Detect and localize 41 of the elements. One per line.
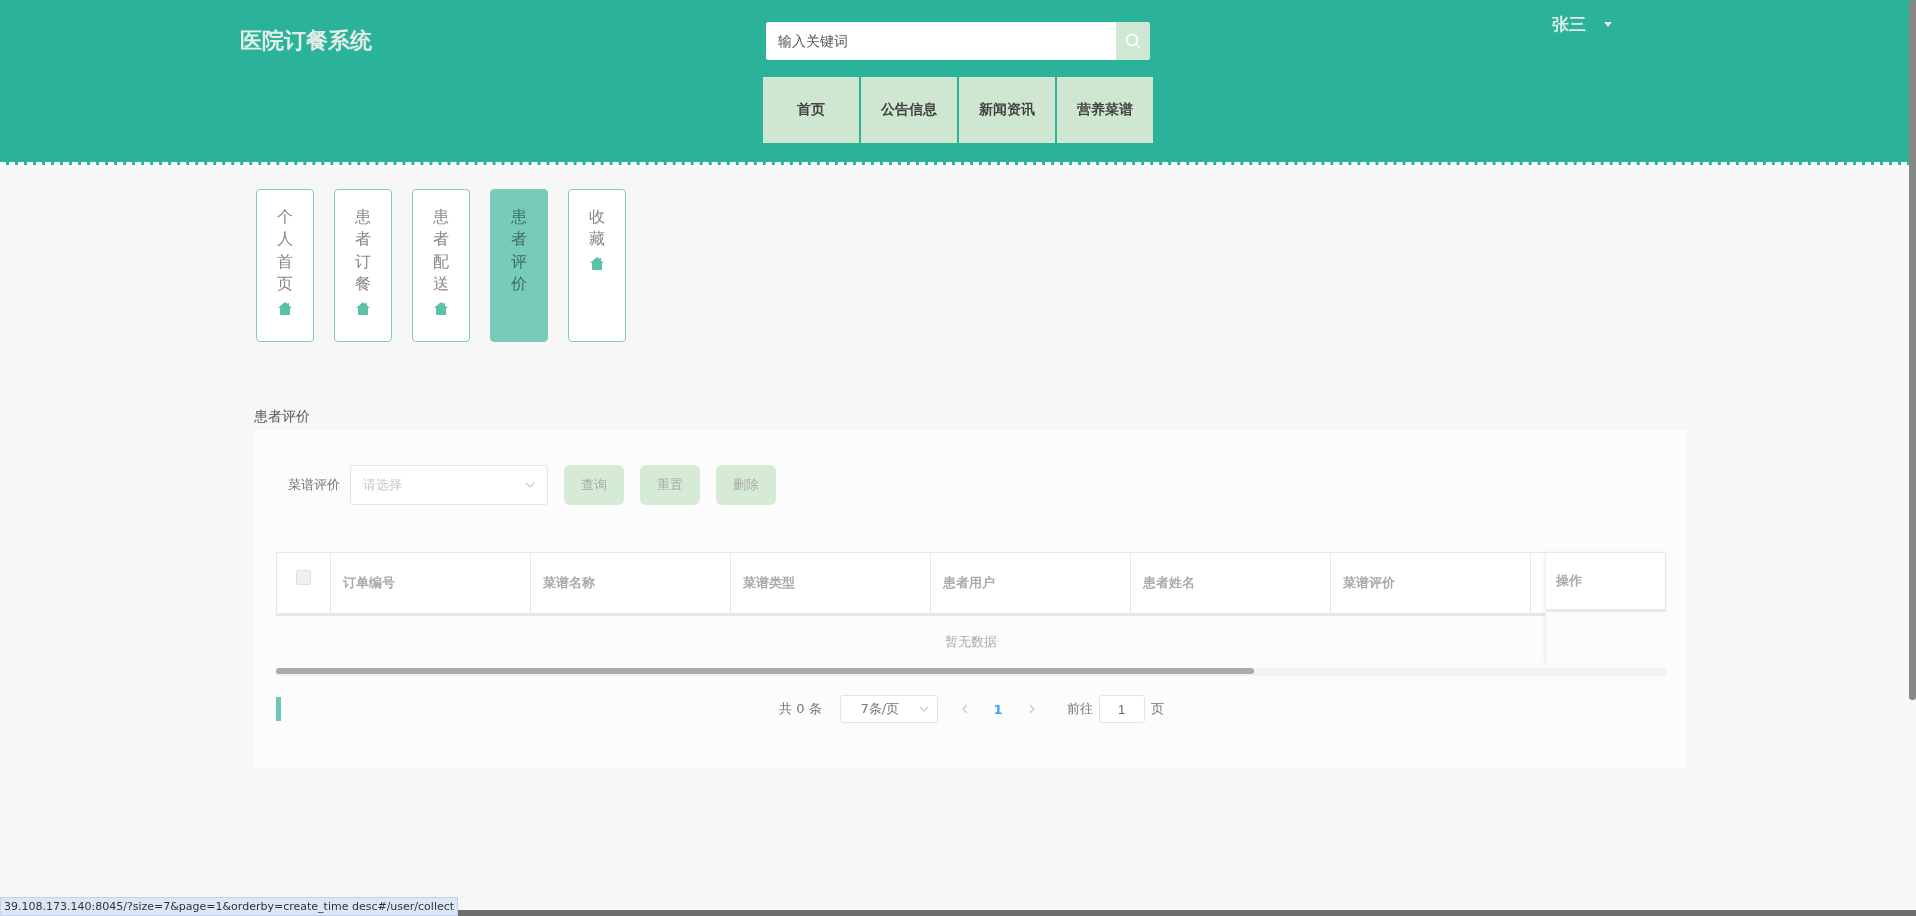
page-size-select[interactable]: 7条/页: [839, 695, 938, 723]
user-name[interactable]: 张三: [1552, 12, 1586, 36]
page-suffix: 页: [1150, 700, 1164, 718]
status-url: 39.108.173.140:8045/?size=7&page=1&orderby=create_time desc#/user/collect: [0, 897, 459, 916]
action-button[interactable]: 查询: [564, 465, 624, 505]
side-tab[interactable]: 患者订餐: [334, 189, 392, 342]
nav-tab[interactable]: 首页: [763, 77, 859, 143]
scrollbar[interactable]: [1909, 0, 1916, 700]
scroll-thumb[interactable]: [276, 668, 1254, 674]
scrollbar[interactable]: [458, 910, 1916, 916]
goto-label: 前往: [1066, 700, 1093, 718]
side-tab[interactable]: 患者评价: [490, 189, 548, 342]
caret-icon[interactable]: [1604, 21, 1612, 27]
side-tab[interactable]: 患者配送: [412, 189, 470, 342]
column-header: 订单编号: [331, 553, 531, 613]
empty-text: 暂无数据: [945, 633, 997, 651]
site-title: 医院订餐系统: [240, 27, 373, 55]
nav-tab[interactable]: 新闻资讯: [959, 77, 1055, 143]
search-button[interactable]: [1116, 22, 1150, 60]
nav-tab[interactable]: 公告信息: [861, 77, 957, 143]
column-header: 操作: [1546, 552, 1666, 612]
nav-tab[interactable]: 营养菜谱: [1057, 77, 1153, 143]
accent-bar: [276, 697, 281, 721]
section-title: 患者评价: [254, 408, 311, 426]
search-icon: [1125, 33, 1141, 49]
column-header: 菜谱评价: [1331, 553, 1531, 613]
action-button[interactable]: 重置: [640, 465, 700, 505]
column-header: 患者用户: [931, 553, 1131, 613]
side-tab[interactable]: 个人首页: [256, 189, 314, 342]
checkbox[interactable]: [296, 570, 311, 585]
page-number[interactable]: 1: [987, 700, 1009, 718]
filter-label: 菜谱评价: [288, 476, 340, 494]
goto-field[interactable]: 1: [1098, 695, 1145, 723]
action-button[interactable]: 删除: [716, 465, 776, 505]
column-header: 患者姓名: [1131, 553, 1331, 613]
column-header: 菜谱名称: [531, 553, 731, 613]
total-count: 共 0 条: [779, 700, 822, 718]
side-tab[interactable]: 收藏: [568, 189, 626, 342]
chevron-down-icon: [525, 480, 535, 490]
column-header: 菜谱类型: [731, 553, 931, 613]
chevron-down-icon: [918, 704, 929, 714]
